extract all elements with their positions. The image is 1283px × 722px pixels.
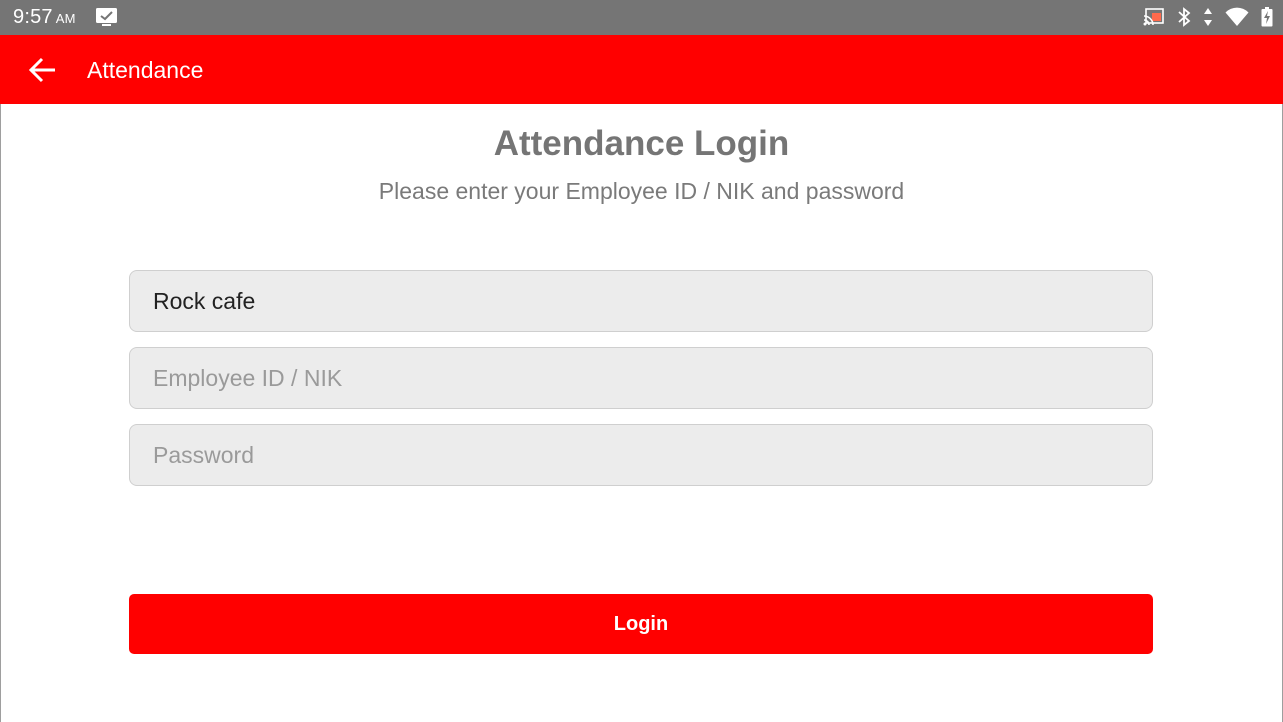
page-title: Attendance Login xyxy=(493,124,790,163)
wifi-icon xyxy=(1225,7,1249,32)
login-button[interactable]: Login xyxy=(129,594,1153,654)
battery-charging-icon xyxy=(1261,7,1273,32)
password-field[interactable] xyxy=(129,424,1153,486)
employee-id-field[interactable] xyxy=(129,347,1153,409)
back-arrow-icon xyxy=(26,57,60,89)
page-subtitle: Please enter your Employee ID / NIK and … xyxy=(378,178,905,204)
status-bar: 9:57 AM xyxy=(0,0,1283,35)
notification-check-icon xyxy=(95,7,118,27)
status-clock: 9:57 AM xyxy=(13,6,76,29)
app-bar-title: Attendance xyxy=(87,57,204,83)
back-button[interactable] xyxy=(26,55,60,85)
data-arrows-icon xyxy=(1203,7,1213,32)
app-bar: Attendance xyxy=(0,35,1283,104)
login-form: Attendance Login Please enter your Emplo… xyxy=(0,104,1283,722)
status-time-ampm: AM xyxy=(55,11,76,26)
store-name-field[interactable] xyxy=(129,270,1153,332)
status-time-value: 9:57 xyxy=(13,6,53,28)
bluetooth-icon xyxy=(1177,7,1191,32)
cast-icon xyxy=(1143,8,1165,31)
status-icons xyxy=(1143,7,1273,32)
